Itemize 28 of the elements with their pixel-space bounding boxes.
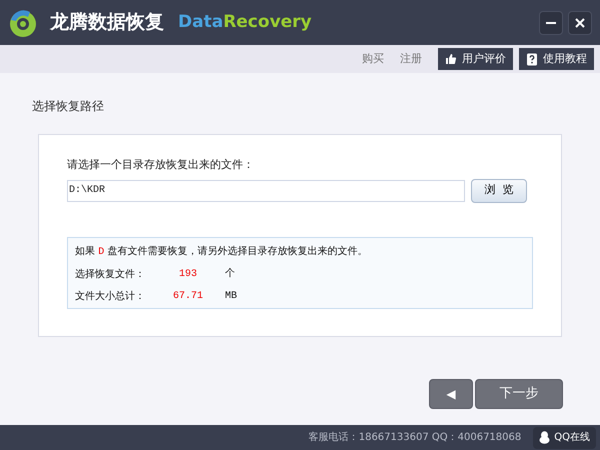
- info-label: 文件大小总计：: [75, 290, 146, 304]
- close-icon: [575, 18, 585, 28]
- info-unit: MB: [225, 290, 238, 304]
- info-text: 如果 D 盘有文件需要恢复，请另外选择目录存放恢复出来的文件。: [75, 244, 368, 260]
- contact-info: 客服电话：18667133607 QQ：4006718068: [308, 430, 522, 445]
- close-button[interactable]: [568, 10, 592, 34]
- back-button[interactable]: ◀: [429, 379, 473, 409]
- toolbar-button[interactable]: 使用教程: [519, 48, 594, 70]
- help-icon: [526, 52, 538, 66]
- toolbar-button[interactable]: 用户评价: [438, 48, 513, 70]
- path-field[interactable]: D:\KDR: [67, 180, 465, 202]
- toolbar-link[interactable]: 购买: [362, 50, 384, 68]
- qq-online-button[interactable]: QQ在线: [533, 426, 596, 448]
- path-label: 请选择一个目录存放恢复出来的文件：: [67, 157, 255, 173]
- thumbs-up-icon: [445, 53, 457, 65]
- minimize-button[interactable]: [539, 10, 563, 34]
- next-button[interactable]: 下一步: [475, 379, 563, 409]
- info-label: 选择恢复文件：: [75, 268, 146, 282]
- brand-word: Data: [178, 12, 224, 32]
- section-title: 选择恢复路径: [32, 98, 105, 115]
- brand-word: Recovery: [223, 12, 312, 32]
- info-value: 67.71: [172, 290, 204, 304]
- browse-button[interactable]: 浏 览: [471, 178, 527, 202]
- info-unit: 个: [225, 267, 235, 282]
- toolbar-link[interactable]: 注册: [400, 50, 422, 68]
- app-logo-icon: [8, 8, 38, 38]
- info-value: 193: [178, 268, 198, 282]
- window-title: 龙腾数据恢复: [50, 10, 164, 36]
